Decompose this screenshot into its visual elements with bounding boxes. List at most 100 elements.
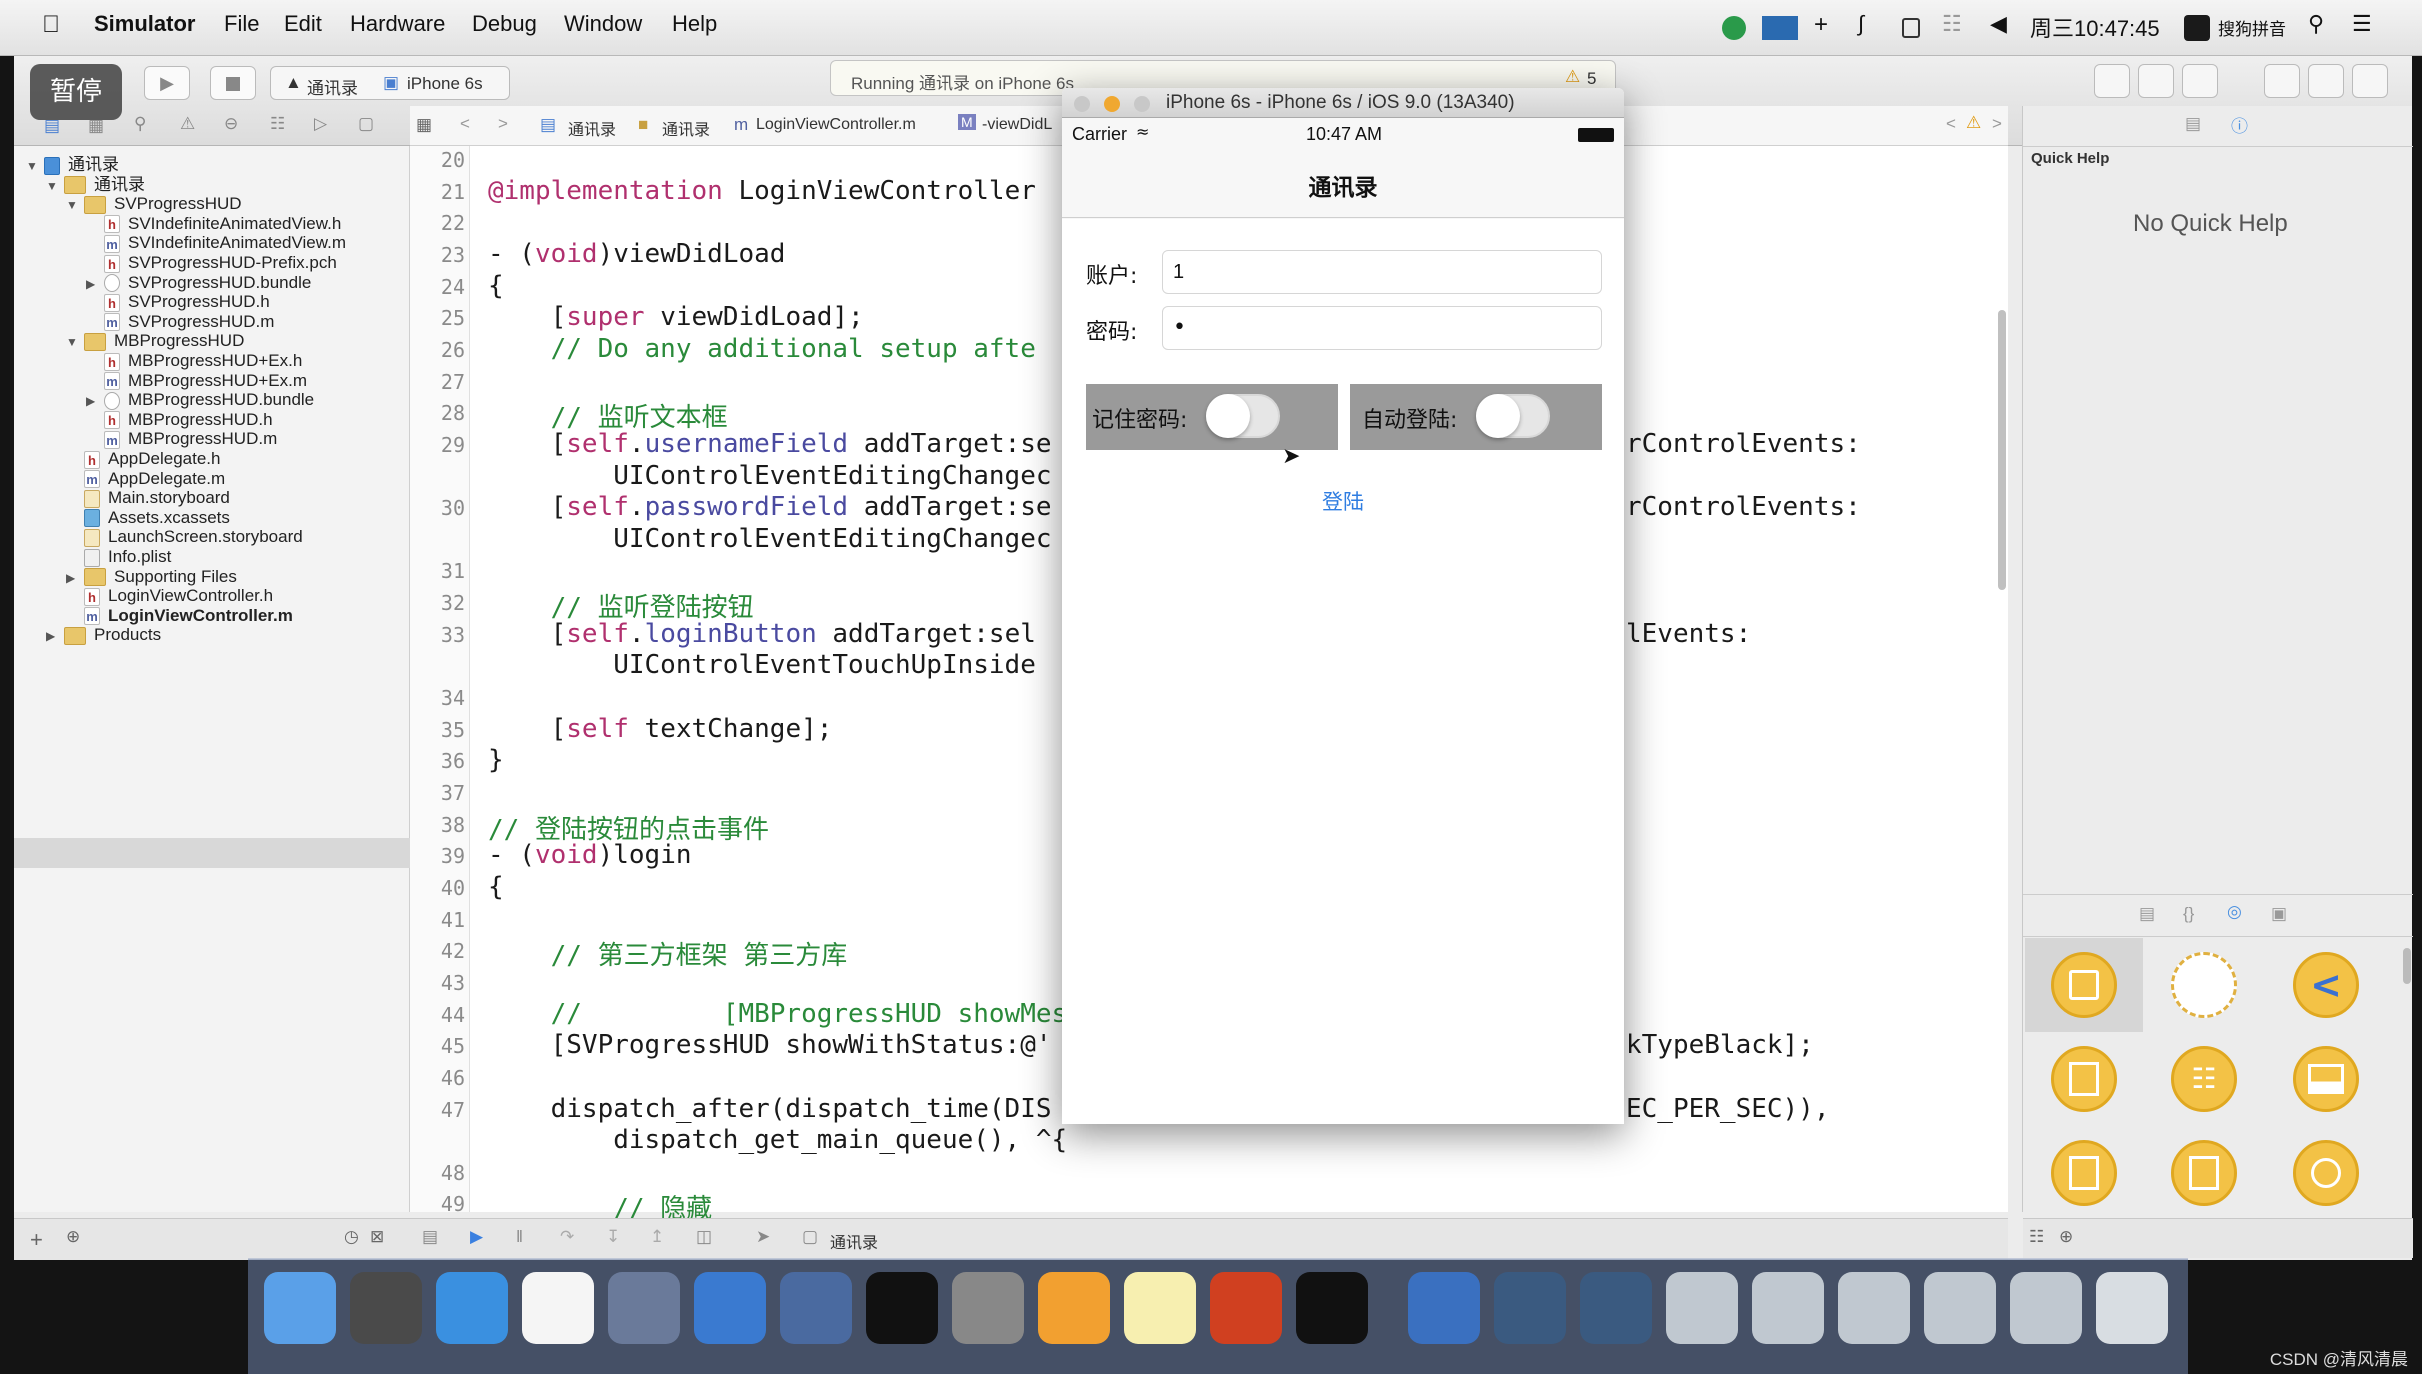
- code-line-tail[interactable]: EC_PER_SEC)),: [1626, 1094, 1830, 1124]
- apple-icon[interactable]: : [42, 11, 60, 39]
- library-scrollbar[interactable]: [2403, 948, 2411, 984]
- powerpoint-icon[interactable]: [1210, 1272, 1282, 1344]
- media-library-icon[interactable]: ▣: [2271, 904, 2287, 924]
- library-grid-view-icon[interactable]: ☷: [2029, 1227, 2044, 1247]
- file-inspector-icon[interactable]: ▤: [2185, 114, 2201, 134]
- launchpad-icon[interactable]: [350, 1272, 422, 1344]
- view-debugger-icon[interactable]: ◫: [696, 1227, 712, 1247]
- breakpoint-navigator-icon[interactable]: ▷: [314, 114, 327, 134]
- report-navigator-icon[interactable]: ▢: [358, 114, 374, 134]
- debug-target-label[interactable]: 通讯录: [830, 1229, 878, 1253]
- view-controller-object-icon[interactable]: [2051, 952, 2117, 1018]
- disclosure-triangle-icon[interactable]: ▶: [46, 622, 60, 650]
- navigator-row[interactable]: ▶ Products: [46, 621, 161, 649]
- editor-scrollbar[interactable]: [1998, 310, 2006, 590]
- test-navigator-icon[interactable]: ⊖: [224, 114, 238, 134]
- toggle-navigator-button[interactable]: [2264, 64, 2300, 98]
- library-filter-icon[interactable]: ⊕: [2059, 1227, 2073, 1247]
- instruments-icon[interactable]: [780, 1272, 852, 1344]
- stop-button[interactable]: [210, 66, 256, 100]
- sketch-icon[interactable]: [1038, 1272, 1110, 1344]
- standard-editor-button[interactable]: [2094, 64, 2130, 98]
- pause-execution-icon[interactable]: ‖: [516, 1227, 523, 1247]
- quick-help-icon[interactable]: ⓘ: [2231, 112, 2248, 137]
- code-snippet-library-icon[interactable]: {}: [2183, 904, 2194, 924]
- code-line-tail[interactable]: rControlEvents:: [1626, 492, 1861, 522]
- crumb-file[interactable]: LoginViewController.m: [756, 116, 916, 134]
- jumpbar-warning-icon[interactable]: ⚠: [1966, 113, 1981, 133]
- code-line[interactable]: {: [488, 271, 504, 301]
- code-line[interactable]: dispatch_after(dispatch_time(DIS: [488, 1094, 1052, 1124]
- bluetooth-icon[interactable]: ∫: [1858, 11, 1864, 37]
- code-line[interactable]: UIControlEventEditingChangec: [488, 461, 1051, 491]
- find-navigator-icon[interactable]: ⚲: [134, 114, 146, 134]
- menu-file[interactable]: File: [224, 11, 259, 37]
- breakpoints-toggle-icon[interactable]: ▶: [470, 1227, 483, 1247]
- debug-navigator-icon[interactable]: ☷: [270, 114, 285, 134]
- system-preferences-icon[interactable]: [952, 1272, 1024, 1344]
- menu-app[interactable]: Simulator: [94, 11, 195, 37]
- navigation-controller-object-icon[interactable]: <: [2293, 952, 2359, 1018]
- code-line-tail[interactable]: rControlEvents:: [1626, 429, 1861, 459]
- code-line-tail[interactable]: lEvents:: [1626, 619, 1751, 649]
- step-into-icon[interactable]: ↧: [606, 1227, 620, 1247]
- volume-icon[interactable]: ◀: [1990, 11, 2007, 37]
- add-file-icon[interactable]: +: [30, 1227, 43, 1253]
- related-items-icon[interactable]: ▦: [416, 115, 432, 135]
- window-icon[interactable]: [1752, 1272, 1824, 1344]
- code-line[interactable]: - (void)login: [488, 840, 692, 870]
- code-line[interactable]: @implementation LoginViewController: [488, 176, 1036, 206]
- finder-icon[interactable]: [264, 1272, 336, 1344]
- window-icon[interactable]: [1666, 1272, 1738, 1344]
- account-field[interactable]: 1: [1162, 250, 1602, 294]
- menu-help[interactable]: Help: [672, 11, 717, 37]
- prev-issue-icon[interactable]: <: [1946, 114, 1956, 134]
- run-button[interactable]: ▶: [144, 66, 190, 100]
- crumb-group[interactable]: 通讯录: [662, 116, 710, 140]
- code-line[interactable]: UIControlEventEditingChangec: [488, 524, 1051, 554]
- close-button[interactable]: [1074, 96, 1090, 112]
- photo-slideshow-icon[interactable]: [608, 1272, 680, 1344]
- status-play-icon[interactable]: [1722, 16, 1746, 40]
- menu-edit[interactable]: Edit: [284, 11, 322, 37]
- sogou-icon[interactable]: [2184, 15, 2210, 41]
- code-line[interactable]: [self.passwordField addTarget:se: [488, 492, 1052, 522]
- code-line[interactable]: [super viewDidLoad];: [488, 302, 864, 332]
- remember-password-switch[interactable]: [1206, 394, 1280, 438]
- version-editor-button[interactable]: [2182, 64, 2218, 98]
- assistant-editor-button[interactable]: [2138, 64, 2174, 98]
- terminal-icon[interactable]: [866, 1272, 938, 1344]
- code-line[interactable]: [self.usernameField addTarget:se: [488, 429, 1052, 459]
- split-view-controller-object-icon[interactable]: [2051, 1140, 2117, 1206]
- wifi-icon[interactable]: ☷: [1942, 11, 1962, 37]
- glkit-view-controller-object-icon[interactable]: [2293, 1140, 2359, 1206]
- crumb-method[interactable]: -viewDidL: [982, 116, 1052, 134]
- xcode-icon[interactable]: [694, 1272, 766, 1344]
- code-line[interactable]: dispatch_get_main_queue(), ^{: [488, 1125, 1067, 1155]
- toggle-debug-button[interactable]: [2308, 64, 2344, 98]
- code-line-tail[interactable]: kTypeBlack];: [1626, 1030, 1814, 1060]
- file-template-library-icon[interactable]: ▤: [2139, 904, 2155, 924]
- back-arrow-icon[interactable]: <: [460, 114, 470, 134]
- disclosure-triangle-icon[interactable]: ▼: [46, 172, 60, 200]
- code-line[interactable]: [self.loginButton addTarget:sel: [488, 619, 1036, 649]
- login-button[interactable]: 登陆: [1062, 486, 1624, 516]
- filter-icon[interactable]: ⊕: [66, 1227, 80, 1247]
- plus-icon[interactable]: +: [1814, 11, 1828, 39]
- trash-icon[interactable]: [2096, 1272, 2168, 1344]
- step-over-icon[interactable]: ↷: [560, 1227, 574, 1247]
- zoom-button[interactable]: [1134, 96, 1150, 112]
- disclosure-triangle-icon[interactable]: ▼: [66, 191, 80, 219]
- storyboard-reference-object-icon[interactable]: [2171, 952, 2237, 1018]
- window-icon[interactable]: [2010, 1272, 2082, 1344]
- password-field[interactable]: •: [1162, 306, 1602, 350]
- notification-center-icon[interactable]: ☰: [2352, 11, 2372, 37]
- disclosure-triangle-icon[interactable]: ▼: [66, 328, 80, 356]
- screen-record-icon[interactable]: [1762, 16, 1798, 40]
- code-line[interactable]: {: [488, 872, 504, 902]
- window-icon[interactable]: [1838, 1272, 1910, 1344]
- menu-window[interactable]: Window: [564, 11, 642, 37]
- code-line[interactable]: [SVProgressHUD showWithStatus:@': [488, 1030, 1052, 1060]
- scheme-selector[interactable]: ▲ 通讯录 ▣ iPhone 6s: [270, 66, 510, 100]
- minimize-button[interactable]: [1104, 96, 1120, 112]
